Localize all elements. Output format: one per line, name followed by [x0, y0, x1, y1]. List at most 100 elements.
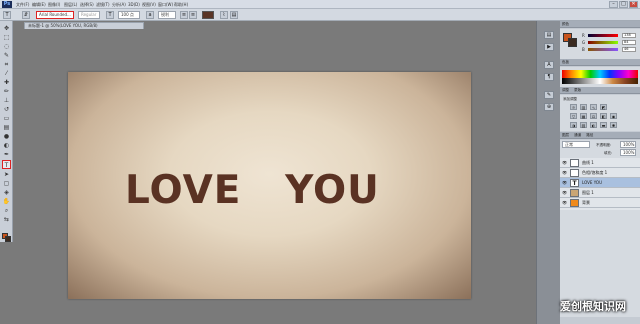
- curves-icon[interactable]: ∿: [590, 104, 597, 110]
- stamp-tool-icon[interactable]: ⊥: [2, 97, 11, 104]
- hue-saturation-icon[interactable]: ▦: [580, 113, 587, 119]
- antialias-select[interactable]: 锐利: [158, 11, 176, 19]
- tab-masks[interactable]: 蒙版: [574, 88, 581, 92]
- hand-tool-icon[interactable]: ✋: [2, 198, 11, 205]
- layer-row[interactable]: 👁 背景: [560, 198, 640, 208]
- invert-icon[interactable]: ◑: [570, 122, 577, 128]
- canvas-text-love-you[interactable]: LOVE YOU: [125, 168, 415, 214]
- menu-window[interactable]: 窗口(W): [158, 1, 173, 8]
- vibrance-icon[interactable]: ▽: [570, 113, 577, 119]
- tab-swatches[interactable]: 色板: [562, 60, 569, 64]
- menu-file[interactable]: 文件(F): [16, 1, 29, 8]
- eye-icon[interactable]: 👁: [562, 160, 567, 165]
- background-color[interactable]: [5, 236, 11, 242]
- font-family-select[interactable]: Arial Rounded...: [36, 11, 74, 19]
- slider-b-track[interactable]: [588, 48, 618, 51]
- align-left-icon[interactable]: ≡: [180, 11, 188, 19]
- minimize-button[interactable]: –: [609, 1, 618, 8]
- font-size-field[interactable]: 100 点: [118, 11, 140, 19]
- menu-layer[interactable]: 图层(L): [64, 1, 77, 8]
- pen-tool-icon[interactable]: ✒: [2, 151, 11, 158]
- menu-edit[interactable]: 编辑(E): [32, 1, 46, 8]
- paragraph-panel-icon[interactable]: ¶: [544, 73, 554, 81]
- menu-analysis[interactable]: 分析(A): [112, 1, 126, 8]
- eye-icon[interactable]: 👁: [562, 170, 567, 175]
- healing-tool-icon[interactable]: ✚: [2, 79, 11, 86]
- layer-row[interactable]: 👁 曲线 1: [560, 158, 640, 168]
- marquee-tool-icon[interactable]: ⬚: [2, 34, 11, 41]
- menu-filter[interactable]: 滤镜(T): [96, 1, 110, 8]
- type-tool-preset-icon[interactable]: T: [3, 11, 11, 19]
- slider-r-track[interactable]: [588, 34, 618, 37]
- menu-3d[interactable]: 3D(D): [128, 1, 140, 8]
- eye-icon[interactable]: 👁: [562, 190, 567, 195]
- opacity-field[interactable]: 100%: [620, 141, 636, 148]
- color-panel-bg-swatch[interactable]: [568, 38, 577, 47]
- menu-help[interactable]: 帮助(H): [174, 1, 188, 8]
- selective-color-icon[interactable]: ✱: [610, 122, 617, 128]
- levels-icon[interactable]: ▥: [580, 104, 587, 110]
- character-panel-icon[interactable]: ▤: [230, 11, 238, 19]
- tab-channels[interactable]: 通道: [574, 133, 581, 137]
- text-orientation-icon[interactable]: ⇵: [22, 11, 30, 19]
- blend-mode-select[interactable]: 正常: [562, 141, 590, 148]
- actions-panel-icon[interactable]: ▶: [544, 43, 554, 51]
- color-balance-icon[interactable]: ⚖: [590, 113, 597, 119]
- black-white-icon[interactable]: ◧: [600, 113, 607, 119]
- gradient-tool-icon[interactable]: ▤: [2, 124, 11, 131]
- quick-select-tool-icon[interactable]: ✎: [2, 52, 11, 59]
- brush-tool-icon[interactable]: ✏: [2, 88, 11, 95]
- eraser-tool-icon[interactable]: ▭: [2, 115, 11, 122]
- close-button[interactable]: ✕: [629, 1, 638, 8]
- history-panel-icon[interactable]: ▤: [544, 31, 554, 39]
- clone-source-icon[interactable]: ⊕: [544, 103, 554, 111]
- text-color-swatch[interactable]: [202, 11, 214, 19]
- warp-text-icon[interactable]: ⌇: [220, 11, 228, 19]
- tab-color[interactable]: 颜色: [562, 22, 569, 26]
- menu-select[interactable]: 选择(S): [80, 1, 94, 8]
- menu-view[interactable]: 视图(V): [142, 1, 156, 8]
- font-style-select[interactable]: Regular: [78, 11, 100, 19]
- swap-colors-icon[interactable]: ⇆: [2, 216, 11, 223]
- document-tab[interactable]: 未标题-1 @ 50%(LOVE YOU, RGB/8): [24, 22, 144, 29]
- threshold-icon[interactable]: ◐: [590, 122, 597, 128]
- gradient-map-icon[interactable]: ▬: [600, 122, 607, 128]
- restore-button[interactable]: □: [619, 1, 628, 8]
- tab-paths[interactable]: 路径: [586, 133, 593, 137]
- 3d-rotate-icon[interactable]: ◈: [2, 189, 11, 196]
- fill-field[interactable]: 100%: [620, 149, 636, 156]
- slider-g[interactable]: G 84: [582, 40, 638, 45]
- slider-r-value[interactable]: 138: [622, 33, 636, 38]
- align-center-icon[interactable]: ≡: [189, 11, 197, 19]
- tab-adjustments[interactable]: 调整: [562, 88, 569, 92]
- photo-filter-icon[interactable]: ◉: [610, 113, 617, 119]
- shape-tool-icon[interactable]: ▢: [2, 180, 11, 187]
- brush-panel-icon[interactable]: ✎: [544, 91, 554, 99]
- posterize-icon[interactable]: ▨: [580, 122, 587, 128]
- exposure-icon[interactable]: ◩: [600, 104, 607, 110]
- slider-b-value[interactable]: 46: [622, 47, 636, 52]
- layer-row-selected[interactable]: 👁 T LOVE YOU: [560, 178, 640, 188]
- slider-g-track[interactable]: [588, 41, 618, 44]
- move-tool-icon[interactable]: ✥: [2, 25, 11, 32]
- zoom-tool-icon[interactable]: ⌕: [2, 207, 11, 214]
- type-tool-icon[interactable]: T: [2, 160, 11, 169]
- menu-image[interactable]: 图像(I): [48, 1, 60, 8]
- dodge-tool-icon[interactable]: ◐: [2, 142, 11, 149]
- eye-icon[interactable]: 👁: [562, 180, 567, 185]
- history-brush-icon[interactable]: ↺: [2, 106, 11, 113]
- eyedropper-tool-icon[interactable]: ⁄: [2, 70, 11, 77]
- lasso-tool-icon[interactable]: ◌: [2, 43, 11, 50]
- path-select-icon[interactable]: ➤: [2, 171, 11, 178]
- swatch-grid-neutrals[interactable]: [562, 78, 638, 84]
- slider-g-value[interactable]: 84: [622, 40, 636, 45]
- eye-icon[interactable]: 👁: [562, 200, 567, 205]
- character-panel-dock-icon[interactable]: A: [544, 61, 554, 69]
- slider-r[interactable]: R 138: [582, 33, 638, 38]
- crop-tool-icon[interactable]: ⌗: [2, 61, 11, 68]
- blur-tool-icon[interactable]: ●: [2, 133, 11, 140]
- layer-row[interactable]: 👁 图层 1: [560, 188, 640, 198]
- tab-layers[interactable]: 图层: [562, 133, 569, 137]
- layer-row[interactable]: 👁 色相/饱和度 1: [560, 168, 640, 178]
- slider-b[interactable]: B 46: [582, 47, 638, 52]
